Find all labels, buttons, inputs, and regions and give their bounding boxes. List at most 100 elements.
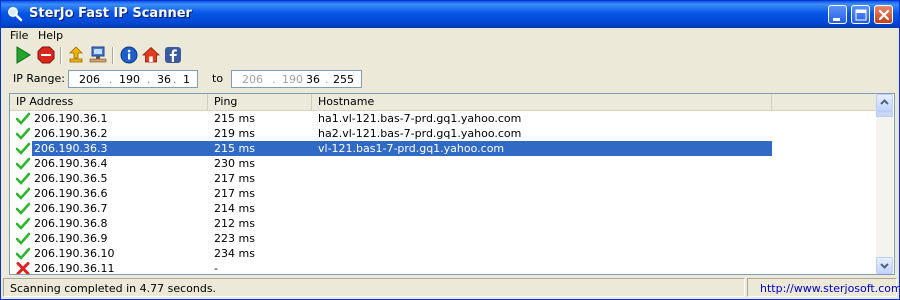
cell-ip-address: 206.190.36.10 <box>34 247 115 260</box>
network-icon[interactable] <box>89 46 107 64</box>
ip-dot: . <box>109 73 113 86</box>
checkmark-icon <box>16 232 30 245</box>
cell-ip-address: 206.190.36.11 <box>34 262 115 275</box>
table-row[interactable]: 206.190.36.1 215 ms ha1.vl-121.bas-7-prd.g… <box>10 111 876 126</box>
checkmark-icon <box>16 217 30 230</box>
cell-ping: 223 ms <box>214 232 255 245</box>
column-header-hostname[interactable]: Hostname <box>312 94 772 110</box>
results-list[interactable]: IP Address Ping Hostname 206.190.36.1 215… <box>9 93 895 275</box>
menu-help[interactable]: Help <box>38 29 63 42</box>
cell-hostname: ha1.vl-121.bas-7-prd.gq1.yahoo.com <box>318 112 522 125</box>
maximize-button[interactable] <box>851 5 870 24</box>
ip-dot: . <box>272 73 276 86</box>
cell-ip-address: 206.190.36.3 <box>34 142 108 155</box>
cell-ping: 215 ms <box>214 112 255 125</box>
cell-hostname: ha2.vl-121.bas-7-prd.gq1.yahoo.com <box>318 127 522 140</box>
cell-ip-address: 206.190.36.7 <box>34 202 108 215</box>
cell-ip-address: 206.190.36.2 <box>34 127 108 140</box>
checkmark-icon <box>16 142 30 155</box>
ip-octet: 206 <box>79 73 100 86</box>
ip-dot: . <box>325 73 329 86</box>
ip-range-from-input[interactable]: 206 . 190 . 36 . 1 <box>68 70 198 88</box>
toolbar <box>1 44 899 66</box>
ip-octet: 36 <box>306 73 320 86</box>
facebook-icon[interactable] <box>164 46 182 64</box>
table-row[interactable]: 206.190.36.9 223 ms <box>10 231 876 246</box>
cell-ip-address: 206.190.36.6 <box>34 187 108 200</box>
ip-dot: . <box>173 73 177 86</box>
table-row[interactable]: 206.190.36.7 214 ms <box>10 201 876 216</box>
status-panel-main: Scanning completed in 4.77 seconds. <box>3 278 745 297</box>
checkmark-icon <box>16 247 30 260</box>
scroll-up-button[interactable] <box>876 94 893 111</box>
title-bar[interactable]: SterJo Fast IP Scanner <box>1 1 899 28</box>
scroll-down-button[interactable] <box>876 257 893 274</box>
table-row[interactable]: 206.190.36.10 234 ms <box>10 246 876 261</box>
minimize-button[interactable] <box>828 5 847 24</box>
cell-hostname: vl-121.bas1-7-prd.gq1.yahoo.com <box>318 142 505 155</box>
ip-octet: 206 <box>242 73 263 86</box>
cell-ip-address: 206.190.36.9 <box>34 232 108 245</box>
status-bar: Scanning completed in 4.77 seconds. http… <box>1 277 899 299</box>
cell-ip-address: 206.190.36.4 <box>34 157 108 170</box>
ip-octet: 255 <box>333 73 354 86</box>
checkmark-icon <box>16 112 30 125</box>
close-icon <box>878 9 890 21</box>
column-header-label: Hostname <box>318 95 375 108</box>
window-title: SterJo Fast IP Scanner <box>29 6 192 21</box>
column-header-label: IP Address <box>16 95 74 108</box>
menu-file[interactable]: File <box>10 29 28 42</box>
table-row[interactable]: 206.190.36.6 217 ms <box>10 186 876 201</box>
cell-ip-address: 206.190.36.8 <box>34 217 108 230</box>
toolbar-separator <box>112 47 114 64</box>
ip-octet: 36 <box>157 73 171 86</box>
cell-ping: 212 ms <box>214 217 255 230</box>
status-panel-link: http://www.sterjosoft.com <box>747 278 899 297</box>
cell-ping: 217 ms <box>214 172 255 185</box>
table-row[interactable]: 206.190.36.4 230 ms <box>10 156 876 171</box>
status-message: Scanning completed in 4.77 seconds. <box>10 282 217 295</box>
app-window: SterJo Fast IP Scanner File Help IP Rang… <box>0 0 900 300</box>
table-row[interactable]: 206.190.36.8 212 ms <box>10 216 876 231</box>
ip-dot: . <box>298 73 302 86</box>
list-rows: 206.190.36.1 215 ms ha1.vl-121.bas-7-prd.g… <box>10 111 876 275</box>
cell-ping: 217 ms <box>214 187 255 200</box>
home-icon[interactable] <box>142 46 160 64</box>
cell-ping: 219 ms <box>214 127 255 140</box>
scroll-thumb[interactable] <box>876 111 893 117</box>
stop-icon[interactable] <box>37 46 55 64</box>
ip-range-to-label: to <box>212 72 224 85</box>
table-row[interactable]: 206.190.36.11 - <box>10 261 876 275</box>
cell-ip-address: 206.190.36.5 <box>34 172 108 185</box>
checkmark-icon <box>16 202 30 215</box>
minimize-icon <box>833 18 840 21</box>
cell-ping: 234 ms <box>214 247 255 260</box>
chevron-up-icon <box>880 99 889 105</box>
start-icon[interactable] <box>14 46 32 64</box>
cell-ping: 230 ms <box>214 157 255 170</box>
ip-octet: 190 <box>119 73 140 86</box>
column-header-ip[interactable]: IP Address <box>10 94 208 110</box>
error-x-icon <box>16 262 30 274</box>
close-button[interactable] <box>874 5 893 24</box>
table-row[interactable]: 206.190.36.5 217 ms <box>10 171 876 186</box>
cell-ip-address: 206.190.36.1 <box>34 112 108 125</box>
checkmark-icon <box>16 127 30 140</box>
ip-range-to-input[interactable]: 206 . 190 . 36 . 255 <box>231 70 362 88</box>
table-row[interactable]: 206.190.36.2 219 ms ha2.vl-121.bas-7-prd.g… <box>10 126 876 141</box>
column-header-label: Ping <box>214 95 238 108</box>
info-icon[interactable] <box>120 46 138 64</box>
app-magnifier-icon <box>8 7 23 22</box>
website-link[interactable]: http://www.sterjosoft.com <box>760 282 899 295</box>
ip-octet: 1 <box>183 73 190 86</box>
vertical-scrollbar[interactable] <box>876 94 893 274</box>
checkmark-icon <box>16 187 30 200</box>
checkmark-icon <box>16 157 30 170</box>
column-header-ping[interactable]: Ping <box>208 94 312 110</box>
export-icon[interactable] <box>67 46 85 64</box>
table-row[interactable]: 206.190.36.3 215 ms vl-121.bas1-7-prd.gq1.… <box>10 141 876 156</box>
chevron-down-icon <box>880 263 889 269</box>
maximize-icon <box>855 9 867 21</box>
ip-range-label: IP Range: <box>13 72 65 85</box>
list-header: IP Address Ping Hostname <box>10 94 876 111</box>
